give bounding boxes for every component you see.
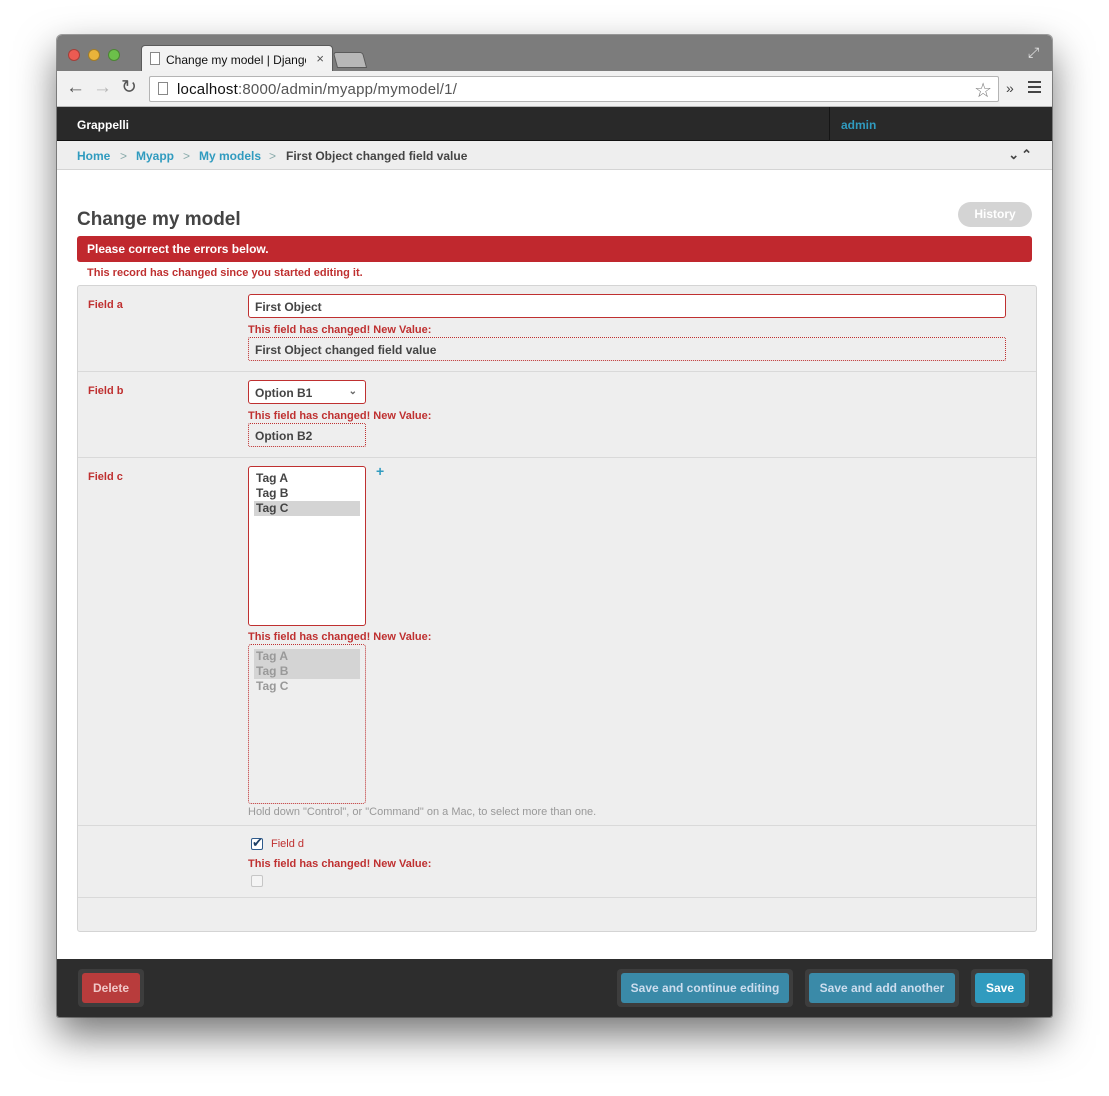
history-button[interactable]: History	[958, 202, 1032, 227]
tab-close-icon[interactable]: ×	[316, 51, 324, 66]
field-b-label: Field b	[88, 385, 124, 397]
collapse-expand-icon[interactable]: ⌄⌃	[1008, 147, 1034, 163]
form-fieldset: Field a First Object This field has chan…	[77, 285, 1037, 932]
zoom-window-button[interactable]	[108, 49, 120, 61]
tag-option-selected[interactable]: Tag C	[254, 501, 360, 516]
extensions-overflow-icon[interactable]: »	[1006, 80, 1014, 96]
field-d-row: Field d This field has changed! New Valu…	[78, 826, 1036, 898]
tab-title: Change my model | Django	[166, 53, 306, 67]
reload-icon[interactable]: ↻	[121, 78, 137, 98]
browser-toolbar: ← → ↻ localhost:8000/admin/myapp/mymodel…	[57, 71, 1052, 107]
field-a-input[interactable]: First Object	[248, 294, 1006, 318]
tag-option-selected: Tag A	[254, 649, 360, 664]
add-related-icon[interactable]: +	[376, 463, 384, 479]
save-add-button-wrap: Save and add another	[805, 969, 959, 1007]
field-b-select[interactable]: Option B1 ⌄	[248, 380, 366, 404]
page-icon	[158, 82, 168, 95]
browser-tab[interactable]: Change my model | Django ×	[141, 45, 333, 71]
record-changed-note: This record has changed since you starte…	[87, 267, 363, 279]
tag-option[interactable]: Tag B	[254, 486, 360, 501]
breadcrumb-myapp[interactable]: Myapp	[136, 149, 174, 163]
breadcrumb-current: First Object changed field value	[286, 149, 468, 163]
field-c-new-value: Tag A Tag B Tag C	[248, 644, 366, 804]
tag-option[interactable]: Tag A	[254, 471, 360, 486]
breadcrumb: Home > Myapp > My models > First Object …	[57, 141, 1052, 170]
field-a-label: Field a	[88, 299, 123, 311]
field-d-new-value-checkbox	[251, 875, 263, 887]
field-c-changed-message: This field has changed! New Value:	[248, 631, 432, 643]
bookmark-star-icon[interactable]: ☆	[974, 78, 992, 103]
url-text: localhost:8000/admin/myapp/mymodel/1/	[177, 81, 457, 98]
page-title: Change my model	[77, 209, 241, 230]
admin-page: Grappelli admin Home > Myapp > My models…	[57, 107, 1052, 1017]
field-b-new-value: Option B2	[248, 423, 366, 447]
field-b-selected-value: Option B1	[255, 386, 313, 400]
field-d-checkbox[interactable]	[251, 835, 263, 851]
field-b-changed-message: This field has changed! New Value:	[248, 410, 432, 422]
tag-option-selected: Tag B	[254, 664, 360, 679]
address-bar[interactable]: localhost:8000/admin/myapp/mymodel/1/ ☆	[149, 76, 999, 102]
back-arrow-icon[interactable]: ←	[66, 78, 85, 98]
breadcrumb-separator: >	[183, 149, 191, 163]
field-d-label[interactable]: Field d	[271, 838, 304, 850]
save-button-wrap: Save	[971, 969, 1029, 1007]
field-c-label: Field c	[88, 471, 123, 483]
browser-menu-icon[interactable]	[1028, 81, 1041, 93]
field-c-multiselect[interactable]: Tag A Tag B Tag C	[248, 466, 366, 626]
url-host: localhost	[177, 81, 239, 98]
brand[interactable]: Grappelli	[77, 118, 129, 132]
tag-option: Tag C	[256, 679, 289, 693]
breadcrumb-home[interactable]: Home	[77, 149, 110, 163]
title-bar: Change my model | Django × ⤢	[57, 35, 1052, 71]
field-a-row: Field a First Object This field has chan…	[78, 286, 1036, 372]
chevron-down-icon: ⌄	[348, 386, 357, 397]
breadcrumb-my-models[interactable]: My models	[199, 149, 261, 163]
save-button[interactable]: Save	[975, 973, 1025, 1003]
close-window-button[interactable]	[68, 49, 80, 61]
new-tab-button[interactable]	[332, 52, 368, 68]
forward-arrow-icon[interactable]: →	[93, 78, 112, 98]
save-continue-button-wrap: Save and continue editing	[617, 969, 793, 1007]
user-tools: admin	[829, 107, 1052, 141]
field-c-row: Field c Tag A Tag B Tag C + This field h…	[78, 458, 1036, 826]
field-a-changed-message: This field has changed! New Value:	[248, 324, 432, 336]
save-and-continue-button[interactable]: Save and continue editing	[621, 973, 789, 1003]
field-b-row: Field b Option B1 ⌄ This field has chang…	[78, 372, 1036, 458]
delete-button-wrap: Delete	[78, 969, 144, 1007]
field-a-new-value: First Object changed field value	[248, 337, 1006, 361]
delete-button[interactable]: Delete	[82, 973, 140, 1003]
url-path: :8000/admin/myapp/mymodel/1/	[238, 81, 458, 98]
minimize-window-button[interactable]	[88, 49, 100, 61]
breadcrumb-separator: >	[269, 149, 277, 163]
error-note: Please correct the errors below.	[77, 236, 1032, 262]
browser-window: Change my model | Django × ⤢ ← → ↻ local…	[57, 35, 1052, 1017]
field-d-changed-message: This field has changed! New Value:	[248, 858, 432, 870]
admin-header: Grappelli admin	[57, 107, 1052, 141]
field-c-help-text: Hold down "Control", or "Command" on a M…	[248, 806, 597, 818]
submit-row: Delete Save and continue editing Save an…	[57, 959, 1052, 1017]
user-menu-link[interactable]: admin	[841, 118, 876, 132]
breadcrumb-separator: >	[120, 149, 128, 163]
save-and-add-another-button[interactable]: Save and add another	[809, 973, 955, 1003]
page-icon	[150, 52, 160, 65]
fullscreen-icon[interactable]: ⤢	[1028, 45, 1042, 59]
